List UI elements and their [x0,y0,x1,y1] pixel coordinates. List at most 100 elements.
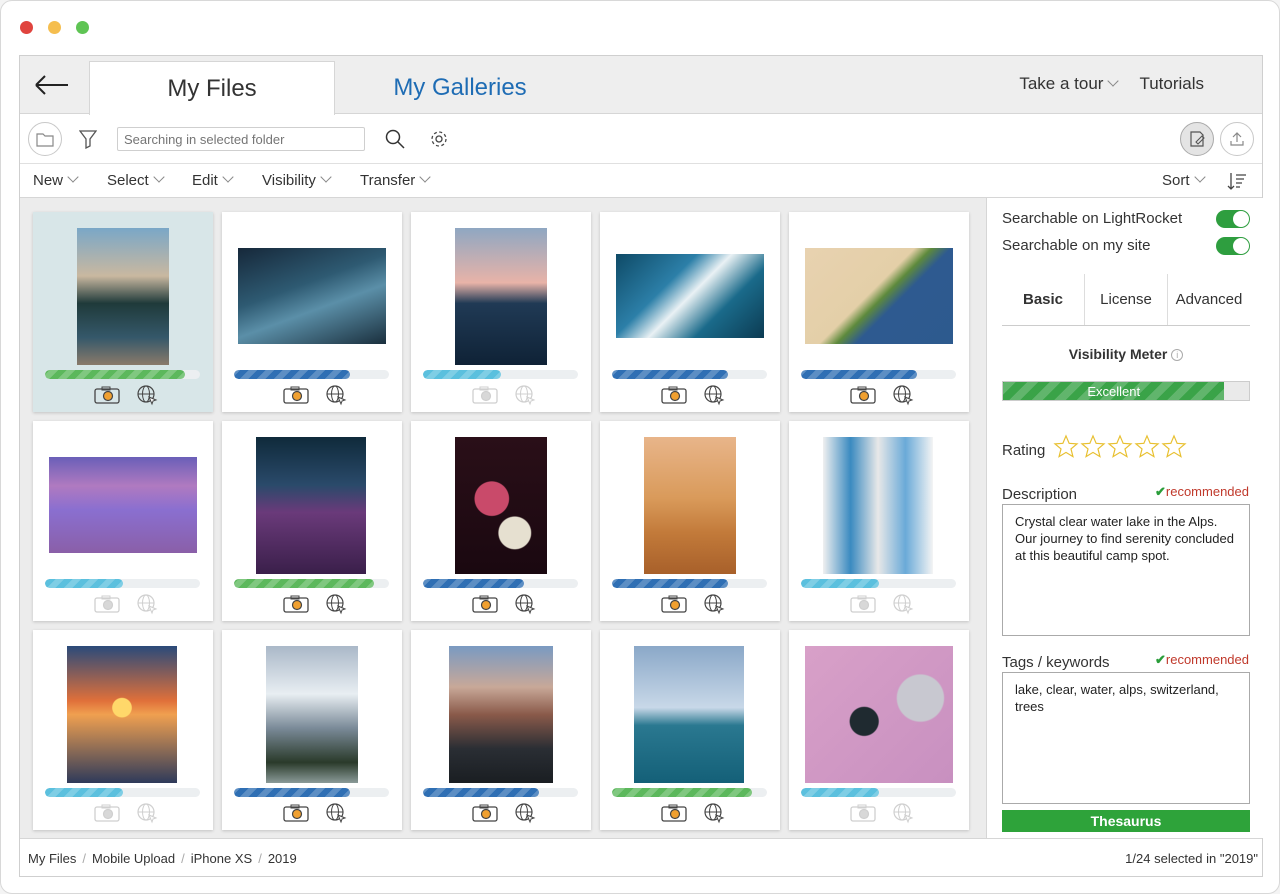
minimize-window-button[interactable] [48,21,61,34]
lightrocket-camera-icon[interactable] [93,802,121,824]
gear-icon[interactable] [428,128,450,150]
globe-cursor-icon[interactable] [133,593,161,615]
edit-panel-button[interactable] [1180,122,1214,156]
tab-my-galleries[interactable]: My Galleries [360,61,560,115]
search-icon[interactable] [384,128,406,150]
lightrocket-camera-icon[interactable] [660,802,688,824]
globe-cursor-icon[interactable] [511,384,539,406]
star-icon[interactable] [1053,434,1079,465]
lightrocket-camera-icon[interactable] [282,384,310,406]
photo-card[interactable] [411,421,591,621]
folder-button[interactable] [28,122,62,156]
globe-cursor-icon[interactable] [889,802,917,824]
photo-card[interactable] [789,212,969,412]
menu-visibility[interactable]: Visibility [262,171,332,189]
maximize-window-button[interactable] [76,21,89,34]
globe-cursor-icon[interactable] [322,802,350,824]
photo-card[interactable] [789,421,969,621]
upload-button[interactable] [1220,122,1254,156]
photo-card[interactable] [222,630,402,830]
star-icon[interactable] [1134,434,1160,465]
tutorials-link[interactable]: Tutorials [1139,74,1204,94]
sort-order-icon[interactable] [1226,170,1248,192]
photo-card[interactable] [600,421,780,621]
lightrocket-camera-icon[interactable] [282,593,310,615]
breadcrumb-item[interactable]: 2019 [268,851,297,866]
folder-icon [36,133,54,147]
visibility-bar [801,788,956,797]
menu-sort[interactable]: Sort [1162,171,1206,189]
description-field[interactable] [1002,504,1250,636]
globe-cursor-icon[interactable] [700,384,728,406]
visibility-bar-fill [234,370,351,379]
star-icon[interactable] [1107,434,1133,465]
photo-card[interactable] [222,421,402,621]
menu-select[interactable]: Select [107,171,165,189]
globe-cursor-icon[interactable] [700,802,728,824]
photo-card-icons [282,384,350,406]
breadcrumb-item[interactable]: iPhone XS [191,851,252,866]
searchable-site-toggle[interactable] [1216,237,1250,255]
lightrocket-camera-icon[interactable] [660,593,688,615]
lightrocket-camera-icon[interactable] [660,384,688,406]
visibility-bar [234,579,389,588]
photo-thumbnail [49,457,197,553]
photo-card[interactable] [222,212,402,412]
lightrocket-camera-icon[interactable] [849,384,877,406]
back-arrow-icon[interactable] [32,72,72,98]
photo-card[interactable] [33,421,213,621]
photo-card[interactable] [789,630,969,830]
globe-cursor-icon[interactable] [133,384,161,406]
take-a-tour-link[interactable]: Take a tour [1019,74,1120,94]
search-input[interactable] [117,127,365,151]
visibility-bar-fill [234,579,374,588]
toolbar [20,114,1262,164]
lightrocket-camera-icon[interactable] [93,384,121,406]
globe-cursor-icon[interactable] [889,593,917,615]
breadcrumb-item[interactable]: My Files [28,851,76,866]
breadcrumb-item[interactable]: Mobile Upload [92,851,175,866]
photo-card-icons [282,593,350,615]
check-icon: ✔ [1154,652,1166,667]
star-icon[interactable] [1080,434,1106,465]
lightrocket-camera-icon[interactable] [849,593,877,615]
menu-edit[interactable]: Edit [192,171,234,189]
globe-cursor-icon[interactable] [322,593,350,615]
photo-card[interactable] [411,212,591,412]
close-window-button[interactable] [20,21,33,34]
tags-field[interactable] [1002,672,1250,804]
upload-icon [1230,132,1244,146]
visibility-bar-fill [612,788,752,797]
photo-card[interactable] [600,212,780,412]
lightrocket-camera-icon[interactable] [471,593,499,615]
lightrocket-camera-icon[interactable] [471,384,499,406]
photo-card[interactable] [33,630,213,830]
globe-cursor-icon[interactable] [511,802,539,824]
globe-cursor-icon[interactable] [133,802,161,824]
menu-sort-label: Sort [1162,172,1190,189]
menu-transfer[interactable]: Transfer [360,171,431,189]
globe-cursor-icon[interactable] [511,593,539,615]
menu-new[interactable]: New [33,171,79,189]
lightrocket-camera-icon[interactable] [849,802,877,824]
searchable-lightrocket-toggle[interactable] [1216,210,1250,228]
photo-card[interactable] [33,212,213,412]
tab-license[interactable]: License [1084,274,1167,325]
photo-card[interactable] [600,630,780,830]
visibility-bar-fill [801,579,879,588]
tab-my-files[interactable]: My Files [89,61,335,115]
star-icon[interactable] [1161,434,1187,465]
photo-card[interactable] [411,630,591,830]
tab-advanced[interactable]: Advanced [1167,274,1250,325]
lightrocket-camera-icon[interactable] [93,593,121,615]
lightrocket-camera-icon[interactable] [282,802,310,824]
tab-basic[interactable]: Basic [1002,274,1084,325]
chevron-down-icon [320,171,332,183]
info-icon[interactable]: i [1171,349,1184,362]
globe-cursor-icon[interactable] [889,384,917,406]
lightrocket-camera-icon[interactable] [471,802,499,824]
thesaurus-button[interactable]: Thesaurus [1002,810,1250,832]
globe-cursor-icon[interactable] [322,384,350,406]
globe-cursor-icon[interactable] [700,593,728,615]
filter-icon[interactable] [78,128,98,150]
